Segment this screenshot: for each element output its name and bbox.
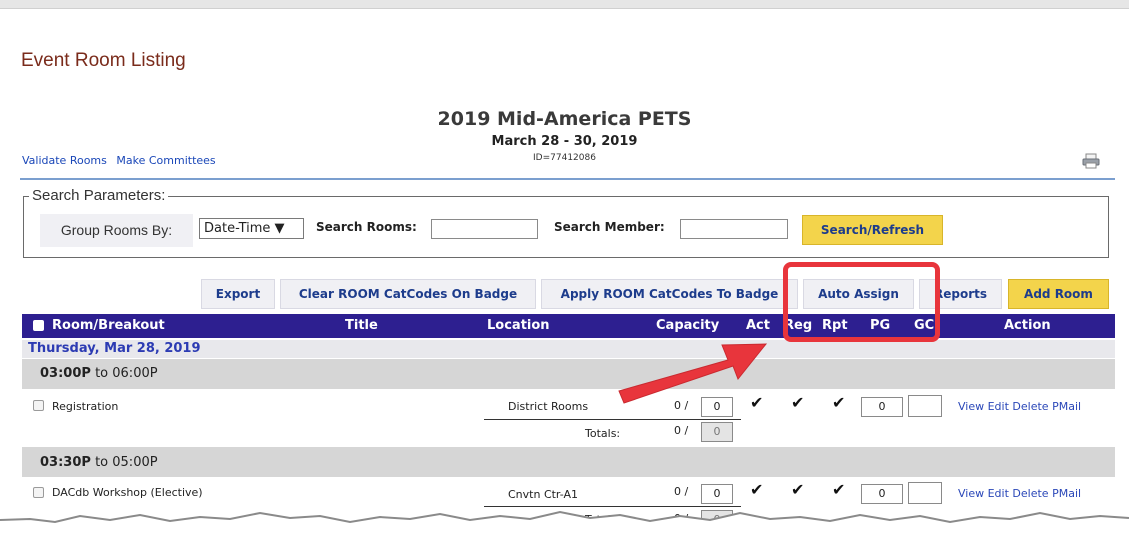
search-refresh-button[interactable]: Search/Refresh bbox=[802, 215, 943, 245]
event-dates: March 28 - 30, 2019 bbox=[491, 134, 638, 149]
rpt-check-icon: ✔ bbox=[832, 480, 846, 499]
printer-icon[interactable] bbox=[1082, 153, 1100, 169]
room-location: District Rooms bbox=[508, 400, 589, 413]
col-action: Action bbox=[1004, 318, 1051, 333]
event-name: 2019 Mid-America PETS bbox=[437, 108, 692, 130]
time-separator: to bbox=[95, 455, 109, 470]
top-links: Validate Rooms Make Committees bbox=[22, 154, 222, 167]
torn-edge bbox=[0, 510, 1129, 538]
capacity-input[interactable]: 0 bbox=[701, 397, 733, 417]
col-title[interactable]: Title bbox=[345, 318, 378, 333]
make-committees-link[interactable]: Make Committees bbox=[116, 154, 215, 167]
delete-link[interactable]: Delete bbox=[1012, 400, 1048, 413]
view-link[interactable]: View bbox=[958, 400, 984, 413]
room-name: Registration bbox=[52, 400, 119, 413]
rpt-check-icon: ✔ bbox=[832, 393, 846, 412]
group-rooms-label: Group Rooms By: bbox=[40, 214, 193, 247]
col-act[interactable]: Act bbox=[746, 318, 770, 333]
act-check-icon: ✔ bbox=[750, 393, 764, 412]
add-room-button[interactable]: Add Room bbox=[1008, 279, 1109, 309]
totals-value: 0 bbox=[701, 422, 733, 442]
room-checkbox[interactable] bbox=[33, 487, 44, 498]
time-range: 03:30P to 05:00P bbox=[40, 455, 158, 470]
search-member-input[interactable] bbox=[680, 219, 788, 239]
reg-check-icon: ✔ bbox=[791, 393, 805, 412]
top-divider bbox=[0, 8, 1129, 9]
search-member-label: Search Member: bbox=[554, 220, 665, 234]
room-checkbox[interactable] bbox=[33, 400, 44, 411]
reg-check-icon: ✔ bbox=[791, 480, 805, 499]
time-end: 06:00P bbox=[112, 366, 158, 381]
act-check-icon: ✔ bbox=[750, 480, 764, 499]
capacity-count: 0 / bbox=[674, 399, 689, 412]
totals-label: Totals: bbox=[585, 427, 621, 440]
select-all-checkbox[interactable] bbox=[33, 320, 44, 331]
search-rooms-input[interactable] bbox=[431, 219, 538, 239]
edit-link[interactable]: Edit bbox=[988, 400, 1009, 413]
apply-catcodes-button[interactable]: Apply ROOM CatCodes To Badge bbox=[541, 279, 798, 309]
col-capacity[interactable]: Capacity bbox=[656, 318, 719, 333]
pmail-link[interactable]: PMail bbox=[1052, 400, 1081, 413]
col-room-breakout[interactable]: Room/Breakout bbox=[52, 318, 165, 333]
capacity-count: 0 / bbox=[674, 485, 689, 498]
top-band bbox=[0, 0, 1129, 8]
group-rooms-select[interactable]: Date-Time ▼ bbox=[199, 218, 304, 239]
time-group-row bbox=[22, 359, 1115, 389]
day-label: Thursday, Mar 28, 2019 bbox=[28, 341, 201, 356]
highlight-box bbox=[783, 262, 940, 342]
clear-catcodes-button[interactable]: Clear ROOM CatCodes On Badge bbox=[280, 279, 536, 309]
totals-count: 0 / bbox=[674, 424, 689, 437]
validate-rooms-link[interactable]: Validate Rooms bbox=[22, 154, 107, 167]
gc-input[interactable] bbox=[908, 395, 942, 417]
time-group-row bbox=[22, 447, 1115, 477]
export-button[interactable]: Export bbox=[201, 279, 275, 309]
header-divider bbox=[20, 178, 1115, 180]
table-header bbox=[22, 314, 1115, 338]
time-range: 03:00P to 06:00P bbox=[40, 366, 158, 381]
row-actions: View Edit Delete PMail bbox=[958, 400, 1081, 413]
pg-input[interactable]: 0 bbox=[861, 397, 903, 417]
page-title: Event Room Listing bbox=[21, 50, 186, 71]
time-separator: to bbox=[95, 366, 109, 381]
search-rooms-label: Search Rooms: bbox=[316, 220, 417, 234]
col-location[interactable]: Location bbox=[487, 318, 550, 333]
time-end: 05:00P bbox=[112, 455, 158, 470]
time-start: 03:00P bbox=[40, 366, 91, 381]
search-parameters-legend: Search Parameters: bbox=[29, 187, 169, 204]
totals-rule bbox=[484, 419, 741, 420]
time-start: 03:30P bbox=[40, 455, 91, 470]
